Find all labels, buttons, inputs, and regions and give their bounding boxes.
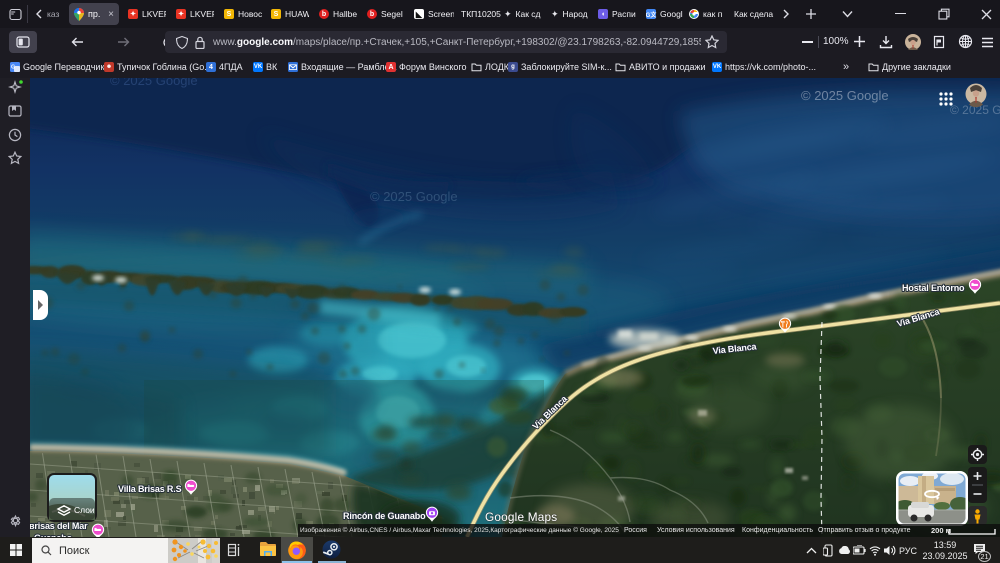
svg-text:вrisas del Mar: вrisas del Mar (30, 521, 88, 531)
svg-text:Rincón de Guanabo: Rincón de Guanabo (343, 511, 426, 521)
svg-text:© 2025 Google: © 2025 Google (801, 88, 889, 103)
svg-text:Слои: Слои (74, 505, 95, 515)
svg-text:© 2025 Google: © 2025 Google (110, 78, 198, 88)
svg-text:Hostal Entorno: Hostal Entorno (902, 283, 965, 293)
svg-text:© 2025 Google: © 2025 Google (370, 189, 458, 204)
svg-text:Google Maps: Google Maps (485, 510, 557, 524)
svg-text:Villa Brisas R.S: Villa Brisas R.S (118, 484, 182, 494)
svg-text:G: G (11, 65, 15, 71)
